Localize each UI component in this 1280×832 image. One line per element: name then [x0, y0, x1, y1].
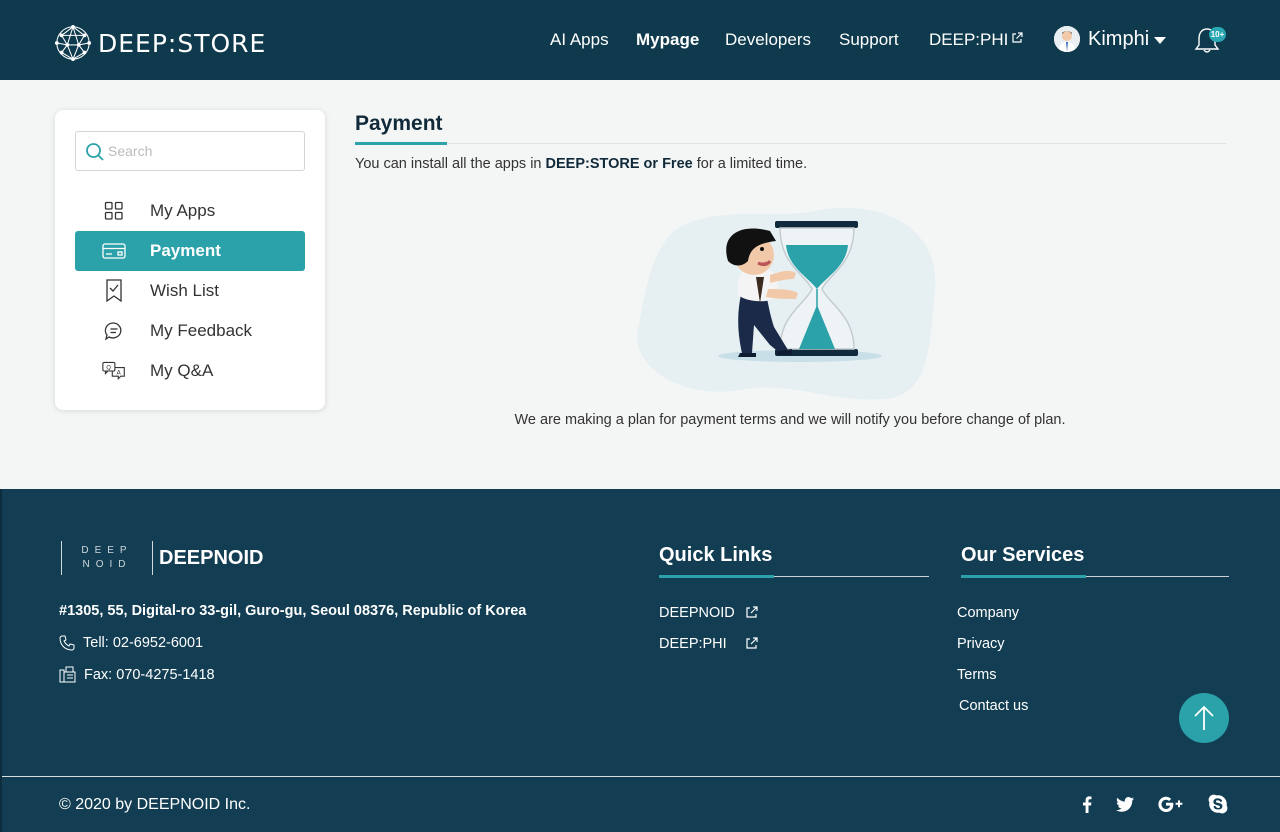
sidebar-item-label: My Q&A [150, 361, 214, 380]
quick-links-heading: Quick Links [659, 544, 773, 566]
sidebar-item-label: Payment [150, 241, 221, 260]
user-menu[interactable]: Kimphi [1054, 26, 1167, 52]
facebook-icon[interactable] [1078, 793, 1096, 815]
skype-icon[interactable] [1206, 793, 1230, 815]
nav-ai-apps[interactable]: AI Apps [550, 30, 609, 50]
company-address: #1305, 55, Digital-ro 33-gil, Guro-gu, S… [59, 603, 527, 619]
credit-card-icon [102, 239, 126, 263]
chat-bubble-icon [102, 319, 126, 343]
sidebar-item-wish-list[interactable]: Wish List [75, 271, 305, 311]
search-input[interactable] [108, 140, 298, 162]
caret-down-icon [1154, 36, 1167, 44]
title-accent-underline [355, 142, 447, 145]
copyright: © 2020 by DEEPNOID Inc. [59, 796, 251, 813]
our-services-heading: Our Services [961, 544, 1085, 566]
phone-contact: Tell: 02-6952-6001 [59, 635, 203, 651]
nav-deep-phi[interactable]: DEEP:PHI [929, 30, 1023, 50]
desc-bold: DEEP:STORE or Free [545, 156, 693, 172]
quick-links-accent [659, 575, 774, 578]
phone-number: Tell: 02-6952-6001 [83, 635, 204, 651]
arrow-up-icon [1194, 705, 1214, 730]
sidebar-item-label: My Apps [150, 201, 216, 220]
site-footer: DEEP NOID DEEPNOID #1305, 55, Digital-ro … [0, 489, 1280, 832]
nav-developers[interactable]: Developers [725, 30, 811, 50]
our-services-accent [961, 575, 1086, 578]
fax-contact: Fax: 070-4275-1418 [59, 666, 215, 683]
qa-chat-icon: QA [102, 359, 126, 383]
external-link-icon[interactable] [745, 637, 758, 650]
footer-link-contact-us[interactable]: Contact us [959, 698, 1028, 714]
sidebar-item-label: My Feedback [150, 321, 253, 340]
scroll-to-top-button[interactable] [1179, 693, 1229, 743]
user-avatar-icon [1054, 26, 1080, 52]
footer-link-company[interactable]: Company [957, 605, 1019, 621]
google-plus-icon[interactable] [1156, 793, 1186, 815]
top-header: DEEP:STORE AI Apps Mypage Developers Sup… [0, 0, 1280, 80]
external-link-icon [1012, 32, 1023, 43]
search-icon [86, 143, 104, 161]
payment-description: You can install all the apps in DEEP:STO… [355, 156, 807, 172]
twitter-icon[interactable] [1114, 793, 1136, 815]
sidebar-item-my-apps[interactable]: My Apps [75, 191, 305, 231]
sidebar-item-payment[interactable]: Payment [75, 231, 305, 271]
footer-link-terms[interactable]: Terms [957, 667, 996, 683]
user-name: Kimphi [1088, 27, 1150, 50]
footer-logo[interactable]: DEEP NOID DEEPNOID [61, 541, 263, 575]
svg-text:Q: Q [106, 364, 111, 371]
fax-icon [59, 666, 76, 683]
sidebar-item-label: Wish List [150, 281, 219, 300]
footer-company-name: DEEPNOID [159, 546, 264, 569]
footer-link-deepnoid[interactable]: DEEPNOID [659, 605, 735, 621]
external-link-icon[interactable] [745, 606, 758, 619]
page-title: Payment [355, 112, 443, 135]
sidebar-item-my-qa[interactable]: QA My Q&A [75, 351, 305, 391]
desc-suffix: for a limited time. [692, 156, 808, 172]
footer-logo-mark: DEEP NOID [61, 541, 153, 575]
nav-deep-phi-label: DEEP:PHI [929, 30, 1009, 49]
logo-mark-top: DEEP [81, 545, 133, 556]
nav-mypage[interactable]: Mypage [636, 30, 699, 50]
logo-mark-bottom: NOID [82, 559, 132, 570]
nav-support[interactable]: Support [839, 30, 899, 50]
sidebar-item-my-feedback[interactable]: My Feedback [75, 311, 305, 351]
notification-badge: 10+ [1209, 27, 1226, 42]
hourglass-illustration [637, 207, 936, 400]
sidebar-search [75, 131, 305, 171]
grid-icon [102, 199, 126, 223]
bookmark-check-icon [102, 279, 126, 303]
avatar [1054, 26, 1080, 52]
footer-link-deep-phi[interactable]: DEEP:PHI [659, 636, 727, 652]
fax-number: Fax: 070-4275-1418 [84, 666, 215, 683]
footer-link-privacy[interactable]: Privacy [957, 636, 1005, 652]
footer-bottom-divider [2, 776, 1280, 777]
svg-text:A: A [117, 369, 122, 376]
desc-prefix: You can install all the apps in [355, 156, 546, 172]
phone-icon [59, 635, 75, 651]
mypage-sidebar: My Apps Payment Wish List My Feedback QA… [55, 110, 325, 410]
payment-notice: We are making a plan for payment terms a… [514, 412, 1066, 428]
title-divider [355, 143, 1226, 144]
